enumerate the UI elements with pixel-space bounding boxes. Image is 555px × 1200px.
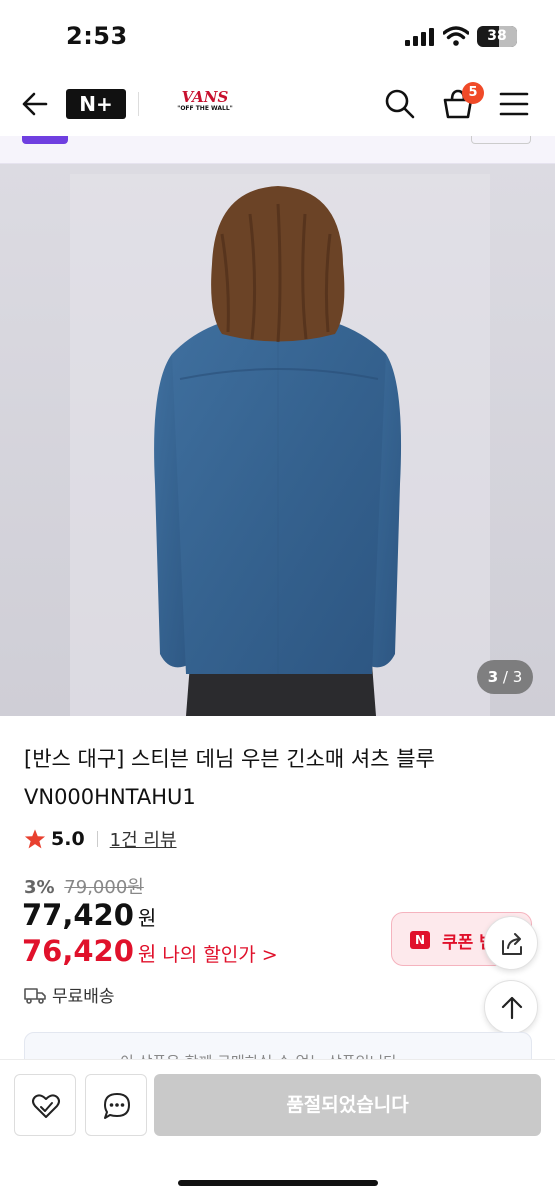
image-separator: / <box>502 668 508 686</box>
search-icon[interactable] <box>384 88 416 120</box>
shipping-label: 무료배송 <box>52 987 115 1007</box>
nplus-logo[interactable]: N+ <box>66 89 126 119</box>
star-icon <box>24 829 46 849</box>
arrow-up-icon <box>501 996 523 1020</box>
original-price: 79,000원 <box>64 877 144 898</box>
rating-divider <box>96 831 98 847</box>
share-icon <box>502 933 522 955</box>
image-total: 3 <box>512 668 523 686</box>
status-bar: 2:53 38 <box>0 0 555 72</box>
menu-icon[interactable] <box>498 90 530 118</box>
bottom-action-bar: 품절되었습니다 <box>0 1060 555 1200</box>
sale-price-value: 77,420 <box>22 898 134 932</box>
status-time: 2:53 <box>66 22 128 50</box>
discount-percent: 3% <box>24 877 55 898</box>
truck-icon <box>24 987 46 1004</box>
my-price: 76,420 원 나의 할인가 > <box>22 934 278 968</box>
image-current: 3 <box>487 668 499 686</box>
shipping-info: 무료배송 <box>24 982 115 1007</box>
signal-icon <box>405 28 434 46</box>
soldout-button[interactable]: 품절되었습니다 <box>154 1074 541 1136</box>
wifi-icon <box>443 26 469 46</box>
product-title: [반스 대구] 스티븐 데님 우븐 긴소매 셔츠 블루 VN000HNTAHU1 <box>24 747 435 809</box>
nplus-logo-text: N+ <box>79 92 113 116</box>
heart-icon <box>32 1094 60 1118</box>
brand-name: VANS <box>181 88 229 106</box>
review-count-link[interactable]: 1건 리뷰 <box>110 826 177 852</box>
wishlist-button[interactable] <box>14 1074 76 1136</box>
product-image-gallery[interactable]: 3 / 3 <box>0 164 555 716</box>
scroll-top-button[interactable] <box>484 980 538 1034</box>
app-header: N+ VANS "OFF THE WALL" 5 <box>0 72 555 136</box>
promo-banner[interactable] <box>0 136 555 164</box>
rating-row: 5.0 1건 리뷰 <box>24 826 177 852</box>
chat-icon <box>104 1093 130 1119</box>
cart-count-badge: 5 <box>462 82 484 104</box>
battery-level: 38 <box>487 28 507 44</box>
promo-tag <box>22 136 68 144</box>
discount-row: 3% 79,000원 <box>24 873 144 899</box>
battery-icon: 38 <box>477 26 517 47</box>
product-photo <box>0 164 555 716</box>
sale-price-unit: 원 <box>137 906 157 930</box>
my-price-link[interactable]: 나의 할인가 > <box>162 944 277 966</box>
vans-brand-logo[interactable]: VANS "OFF THE WALL" <box>172 89 238 119</box>
sale-price: 77,420 원 <box>22 898 156 932</box>
header-divider <box>138 92 139 116</box>
rating-score: 5.0 <box>51 828 85 850</box>
talk-button[interactable] <box>85 1074 147 1136</box>
my-price-unit: 원 <box>137 942 157 966</box>
home-indicator <box>178 1180 378 1186</box>
share-button[interactable] <box>484 916 538 970</box>
my-price-value: 76,420 <box>22 934 134 968</box>
image-counter: 3 / 3 <box>477 660 533 694</box>
back-arrow-icon[interactable] <box>20 90 48 118</box>
promo-more-button[interactable] <box>471 136 531 144</box>
naver-n-icon: N <box>410 931 430 949</box>
brand-tagline: "OFF THE WALL" <box>177 105 233 112</box>
